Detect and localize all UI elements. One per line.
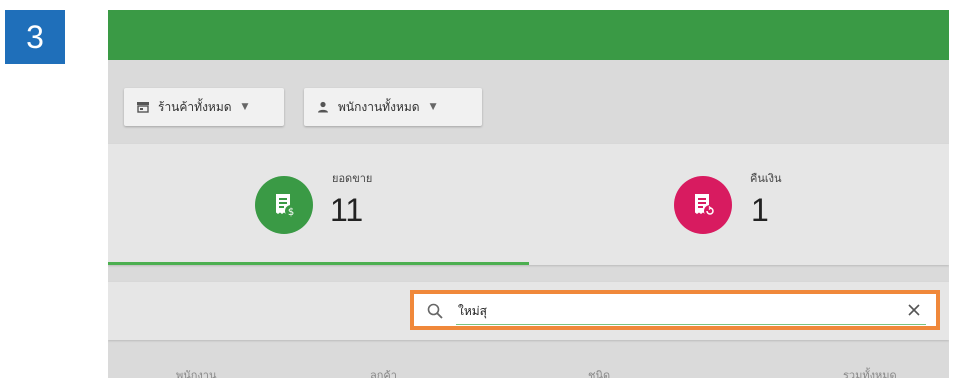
staff-filter-button[interactable]: พนักงานทั้งหมด ▼ xyxy=(304,88,482,126)
sales-tab[interactable]: $ ยอดขาย 11 xyxy=(108,144,528,265)
store-filter-button[interactable]: ร้านค้าทั้งหมด ▼ xyxy=(124,88,284,126)
search-card xyxy=(108,282,949,340)
search-input[interactable] xyxy=(458,300,878,322)
summary-stats-card: $ ยอดขาย 11 คืนเงิน 1 xyxy=(108,144,949,265)
search-icon xyxy=(426,302,444,320)
column-header-type[interactable]: ชนิด xyxy=(588,366,610,378)
search-input-underline xyxy=(456,324,926,325)
search-box-highlighted xyxy=(410,290,940,330)
sales-label: ยอดขาย xyxy=(332,172,373,185)
refund-tab[interactable]: คืนเงิน 1 xyxy=(529,144,949,265)
store-icon xyxy=(136,100,150,114)
active-tab-indicator xyxy=(108,262,529,265)
receipt-dollar-icon: $ xyxy=(255,176,313,234)
app-window: ร้านค้าทั้งหมด ▼ พนักงานทั้งหมด ▼ $ ยอดข… xyxy=(108,10,949,378)
sales-count: 11 xyxy=(330,192,364,228)
refund-label: คืนเงิน xyxy=(750,172,782,185)
chevron-down-icon: ▼ xyxy=(429,102,437,112)
column-header-customer[interactable]: ลูกค้า xyxy=(370,366,397,378)
close-icon[interactable] xyxy=(904,300,924,320)
column-header-total[interactable]: รวมทั้งหมด xyxy=(843,366,897,378)
receipt-refund-icon xyxy=(674,176,732,234)
person-icon xyxy=(316,100,330,114)
chevron-down-icon: ▼ xyxy=(241,102,249,112)
staff-filter-label: พนักงานทั้งหมด xyxy=(338,99,420,114)
column-header-staff[interactable]: พนักงาน xyxy=(176,366,217,378)
refund-count: 1 xyxy=(751,192,769,228)
svg-text:$: $ xyxy=(288,207,294,218)
step-number-badge: 3 xyxy=(5,10,65,64)
store-filter-label: ร้านค้าทั้งหมด xyxy=(158,99,232,114)
top-app-bar xyxy=(108,10,949,60)
